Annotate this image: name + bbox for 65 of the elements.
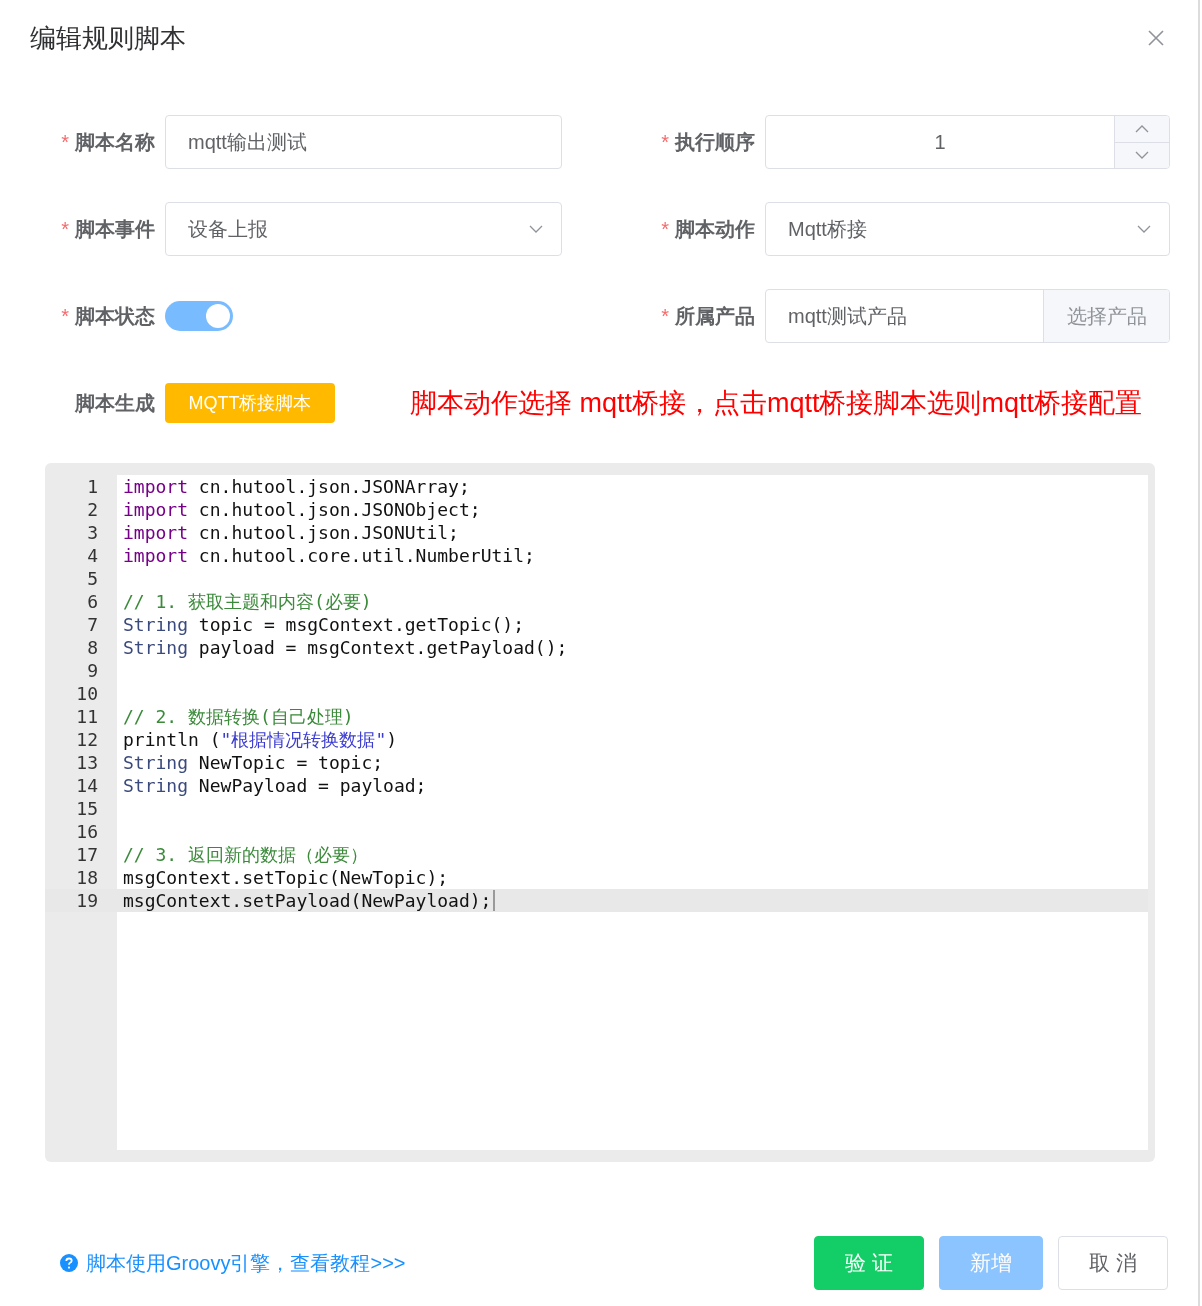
- code-line: // 2. 数据转换(自己处理): [122, 704, 354, 729]
- line-number: 8: [86, 637, 99, 658]
- text-field[interactable]: mqtt输出测试: [165, 115, 562, 169]
- close-button[interactable]: [1146, 28, 1166, 48]
- chevron-down-icon: [529, 225, 543, 233]
- field-label: 脚本动作: [675, 216, 755, 242]
- line-number: 10: [75, 683, 99, 704]
- cancel-button[interactable]: 取 消: [1058, 1236, 1168, 1290]
- close-icon: [1146, 28, 1166, 48]
- help-icon: [60, 1254, 78, 1272]
- text-cursor: [493, 890, 496, 911]
- required-mark: *: [61, 217, 69, 241]
- line-number: 11: [75, 706, 99, 727]
- line-number: 9: [86, 660, 99, 681]
- code-line: String NewTopic = topic;: [122, 752, 384, 773]
- code-line: import cn.hutool.json.JSONObject;: [122, 499, 481, 520]
- chevron-down-icon: [1135, 151, 1149, 160]
- select-field[interactable]: 设备上报: [165, 202, 562, 256]
- code-line: // 1. 获取主题和内容(必要): [122, 589, 372, 614]
- annotation-text: 脚本动作选择 mqtt桥接，点击mqtt桥接脚本选则mqtt桥接配置: [409, 387, 1142, 420]
- line-number: 3: [86, 522, 99, 543]
- code-line: import cn.hutool.json.JSONArray;: [122, 476, 470, 497]
- line-number: 18: [75, 867, 99, 888]
- line-number: 2: [86, 499, 99, 520]
- line-number: 4: [86, 545, 99, 566]
- code-line: import cn.hutool.core.util.NumberUtil;: [122, 545, 535, 566]
- field-label: 所属产品: [675, 303, 755, 329]
- required-mark: *: [661, 130, 669, 154]
- line-number: 6: [86, 591, 99, 612]
- chevron-down-icon: [1137, 225, 1151, 233]
- code-line: println ("根据情况转换数据"): [122, 727, 398, 752]
- product-field[interactable]: mqtt测试产品 选择产品: [765, 289, 1170, 343]
- code-line: String NewPayload = payload;: [122, 775, 427, 796]
- select-field[interactable]: Mqtt桥接: [765, 202, 1170, 256]
- code-line: String payload = msgContext.getPayload();: [122, 637, 568, 658]
- field-label: 脚本名称: [75, 129, 155, 155]
- field-label: 脚本生成: [75, 390, 155, 416]
- line-number: 15: [75, 798, 99, 819]
- number-field[interactable]: 1: [765, 115, 1170, 169]
- line-number: 1: [86, 476, 99, 497]
- line-number: 19: [75, 890, 99, 911]
- required-mark: *: [61, 304, 69, 328]
- code-editor[interactable]: [45, 463, 1155, 1162]
- line-number: 7: [86, 614, 99, 635]
- code-line: // 3. 返回新的数据（必要）: [122, 842, 369, 867]
- field-label: 脚本状态: [75, 303, 155, 329]
- required-mark: *: [661, 217, 669, 241]
- code-line: import cn.hutool.json.JSONUtil;: [122, 522, 459, 543]
- dialog-title: 编辑规则脚本: [30, 21, 186, 55]
- field-label: 执行顺序: [675, 129, 755, 155]
- toggle-switch[interactable]: [165, 301, 233, 331]
- line-number: 16: [75, 821, 99, 842]
- line-number: 13: [75, 752, 99, 773]
- code-line: msgContext.setPayload(NewPayload);: [122, 890, 492, 911]
- help-link[interactable]: 脚本使用Groovy引擎，查看教程>>>: [60, 1249, 406, 1277]
- line-number: 5: [86, 568, 99, 589]
- line-number: 17: [75, 844, 99, 865]
- field-label: 脚本事件: [75, 216, 155, 242]
- chevron-up-icon: [1135, 124, 1149, 133]
- line-number: 14: [75, 775, 99, 796]
- required-mark: *: [661, 304, 669, 328]
- code-line: msgContext.setTopic(NewTopic);: [122, 867, 449, 888]
- required-mark: *: [61, 130, 69, 154]
- code-line: String topic = msgContext.getTopic();: [122, 614, 524, 635]
- line-number: 12: [75, 729, 99, 750]
